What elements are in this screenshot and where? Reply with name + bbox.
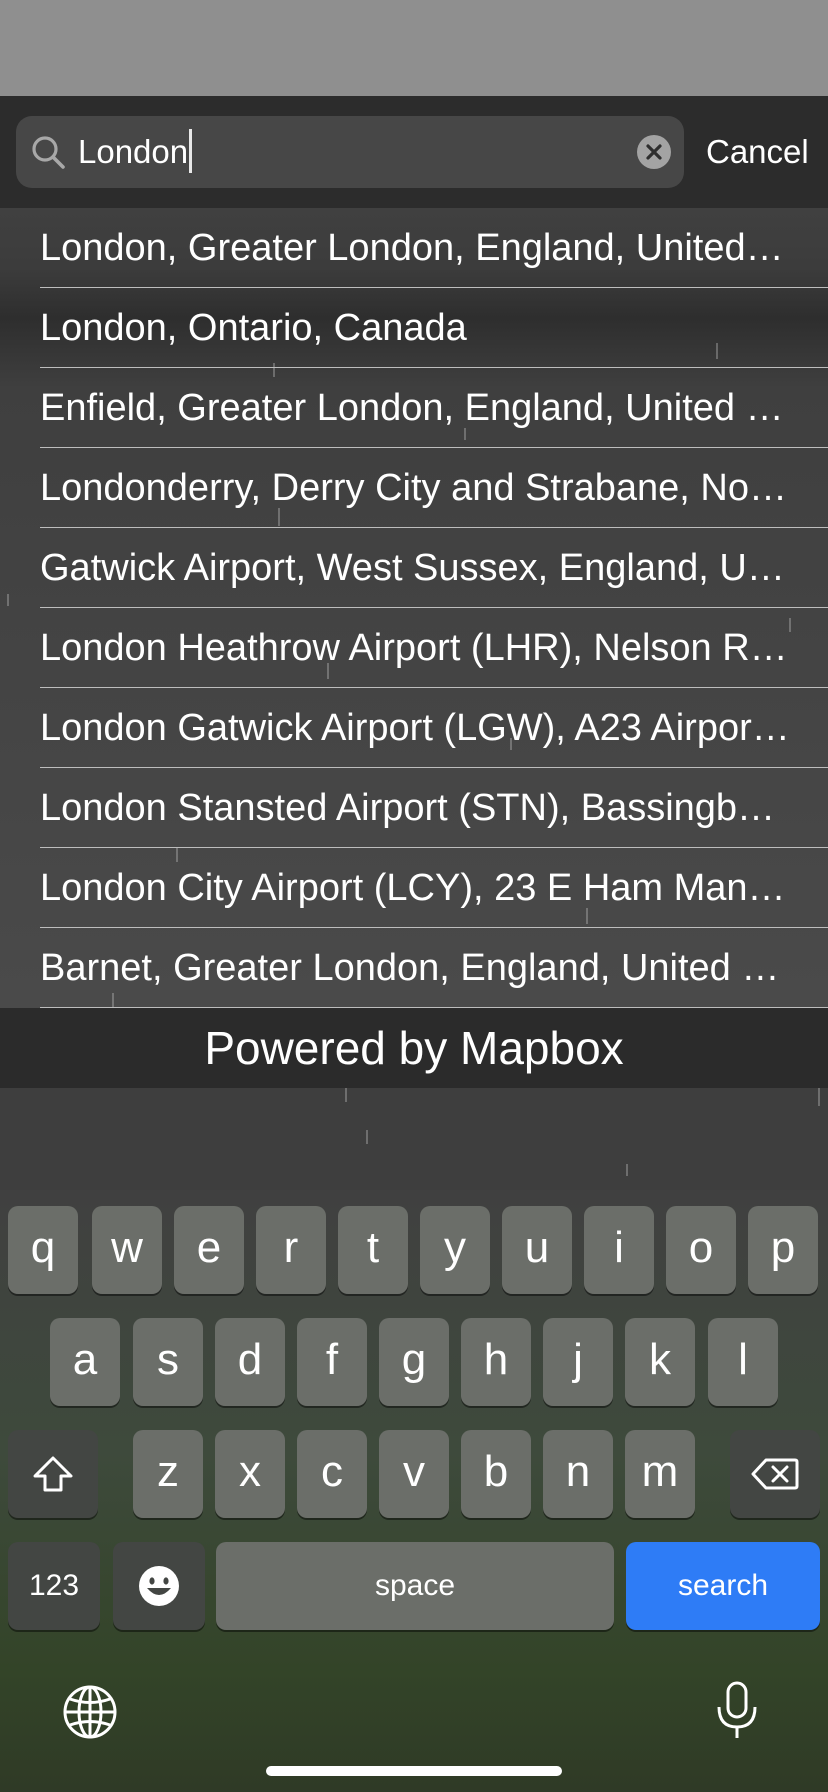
keyboard: q w e r t y u i o p a s d f g h j k l z … bbox=[0, 1190, 828, 1792]
close-icon bbox=[646, 144, 662, 160]
key-a[interactable]: a bbox=[50, 1318, 120, 1406]
search-input[interactable]: London bbox=[78, 116, 193, 188]
result-label: London, Greater London, England, United … bbox=[40, 227, 790, 269]
result-label: Gatwick Airport, West Sussex, England, U… bbox=[40, 547, 790, 589]
key-g[interactable]: g bbox=[379, 1318, 449, 1406]
dimmed-background bbox=[0, 0, 828, 96]
raindrop bbox=[818, 1088, 820, 1106]
search-field[interactable]: London bbox=[16, 116, 684, 188]
key-d[interactable]: d bbox=[215, 1318, 285, 1406]
key-y[interactable]: y bbox=[420, 1206, 490, 1294]
emoji-key[interactable] bbox=[113, 1542, 205, 1630]
key-x[interactable]: x bbox=[215, 1430, 285, 1518]
result-row[interactable]: London, Greater London, England, United … bbox=[40, 208, 828, 288]
result-row[interactable]: Barnet, Greater London, England, United … bbox=[40, 928, 828, 1008]
result-label: London, Ontario, Canada bbox=[40, 307, 467, 349]
key-z[interactable]: z bbox=[133, 1430, 203, 1518]
key-n[interactable]: n bbox=[543, 1430, 613, 1518]
result-label: Enfield, Greater London, England, United… bbox=[40, 387, 790, 429]
globe-icon[interactable] bbox=[62, 1684, 118, 1740]
key-c[interactable]: c bbox=[297, 1430, 367, 1518]
clear-search-button[interactable] bbox=[637, 135, 671, 169]
raindrop bbox=[7, 594, 9, 606]
key-s[interactable]: s bbox=[133, 1318, 203, 1406]
space-key[interactable]: space bbox=[216, 1542, 614, 1630]
text-caret bbox=[189, 129, 193, 174]
search-key[interactable]: search bbox=[626, 1542, 820, 1630]
result-row[interactable]: London, Ontario, Canada bbox=[40, 288, 828, 368]
result-label: London Heathrow Airport (LHR), Nelson Ro… bbox=[40, 627, 790, 669]
key-j[interactable]: j bbox=[543, 1318, 613, 1406]
search-input-value: London bbox=[78, 133, 189, 170]
shift-key[interactable] bbox=[8, 1430, 98, 1518]
raindrop bbox=[626, 1164, 628, 1176]
raindrop bbox=[345, 1088, 347, 1102]
cancel-button[interactable]: Cancel bbox=[706, 116, 809, 188]
key-r[interactable]: r bbox=[256, 1206, 326, 1294]
key-q[interactable]: q bbox=[8, 1206, 78, 1294]
key-m[interactable]: m bbox=[625, 1430, 695, 1518]
key-l[interactable]: l bbox=[708, 1318, 778, 1406]
key-w[interactable]: w bbox=[92, 1206, 162, 1294]
result-row[interactable]: London Gatwick Airport (LGW), A23 Airpor… bbox=[40, 688, 828, 768]
background-area bbox=[0, 1088, 828, 1190]
powered-by-attribution: Powered by Mapbox bbox=[0, 1008, 828, 1088]
result-label: London Gatwick Airport (LGW), A23 Airpor… bbox=[40, 707, 790, 749]
home-indicator[interactable] bbox=[266, 1766, 562, 1776]
key-i[interactable]: i bbox=[584, 1206, 654, 1294]
raindrop bbox=[366, 1130, 368, 1144]
result-label: London Stansted Airport (STN), Bassingbo… bbox=[40, 787, 790, 829]
result-row[interactable]: Gatwick Airport, West Sussex, England, U… bbox=[40, 528, 828, 608]
key-h[interactable]: h bbox=[461, 1318, 531, 1406]
result-row[interactable]: Londonderry, Derry City and Strabane, No… bbox=[40, 448, 828, 528]
key-k[interactable]: k bbox=[625, 1318, 695, 1406]
result-label: London City Airport (LCY), 23 E Ham Mano… bbox=[40, 867, 790, 909]
key-o[interactable]: o bbox=[666, 1206, 736, 1294]
search-icon bbox=[32, 136, 65, 169]
results-list: London, Greater London, England, United … bbox=[0, 208, 828, 1008]
shift-arrow-icon bbox=[33, 1456, 73, 1492]
result-row[interactable]: Enfield, Greater London, England, United… bbox=[40, 368, 828, 448]
key-p[interactable]: p bbox=[748, 1206, 818, 1294]
emoji-icon bbox=[139, 1566, 179, 1606]
microphone-icon[interactable] bbox=[714, 1680, 760, 1742]
key-v[interactable]: v bbox=[379, 1430, 449, 1518]
key-b[interactable]: b bbox=[461, 1430, 531, 1518]
key-t[interactable]: t bbox=[338, 1206, 408, 1294]
result-label: Barnet, Greater London, England, United … bbox=[40, 947, 790, 989]
delete-key[interactable] bbox=[730, 1430, 820, 1518]
key-f[interactable]: f bbox=[297, 1318, 367, 1406]
result-row[interactable]: London Stansted Airport (STN), Bassingbo… bbox=[40, 768, 828, 848]
key-e[interactable]: e bbox=[174, 1206, 244, 1294]
backspace-icon bbox=[751, 1458, 799, 1490]
result-row[interactable]: London Heathrow Airport (LHR), Nelson Ro… bbox=[40, 608, 828, 688]
search-bar: London Cancel bbox=[0, 96, 828, 208]
numbers-key[interactable]: 123 bbox=[8, 1542, 100, 1630]
key-u[interactable]: u bbox=[502, 1206, 572, 1294]
result-row[interactable]: London City Airport (LCY), 23 E Ham Mano… bbox=[40, 848, 828, 928]
result-label: Londonderry, Derry City and Strabane, No… bbox=[40, 467, 790, 509]
